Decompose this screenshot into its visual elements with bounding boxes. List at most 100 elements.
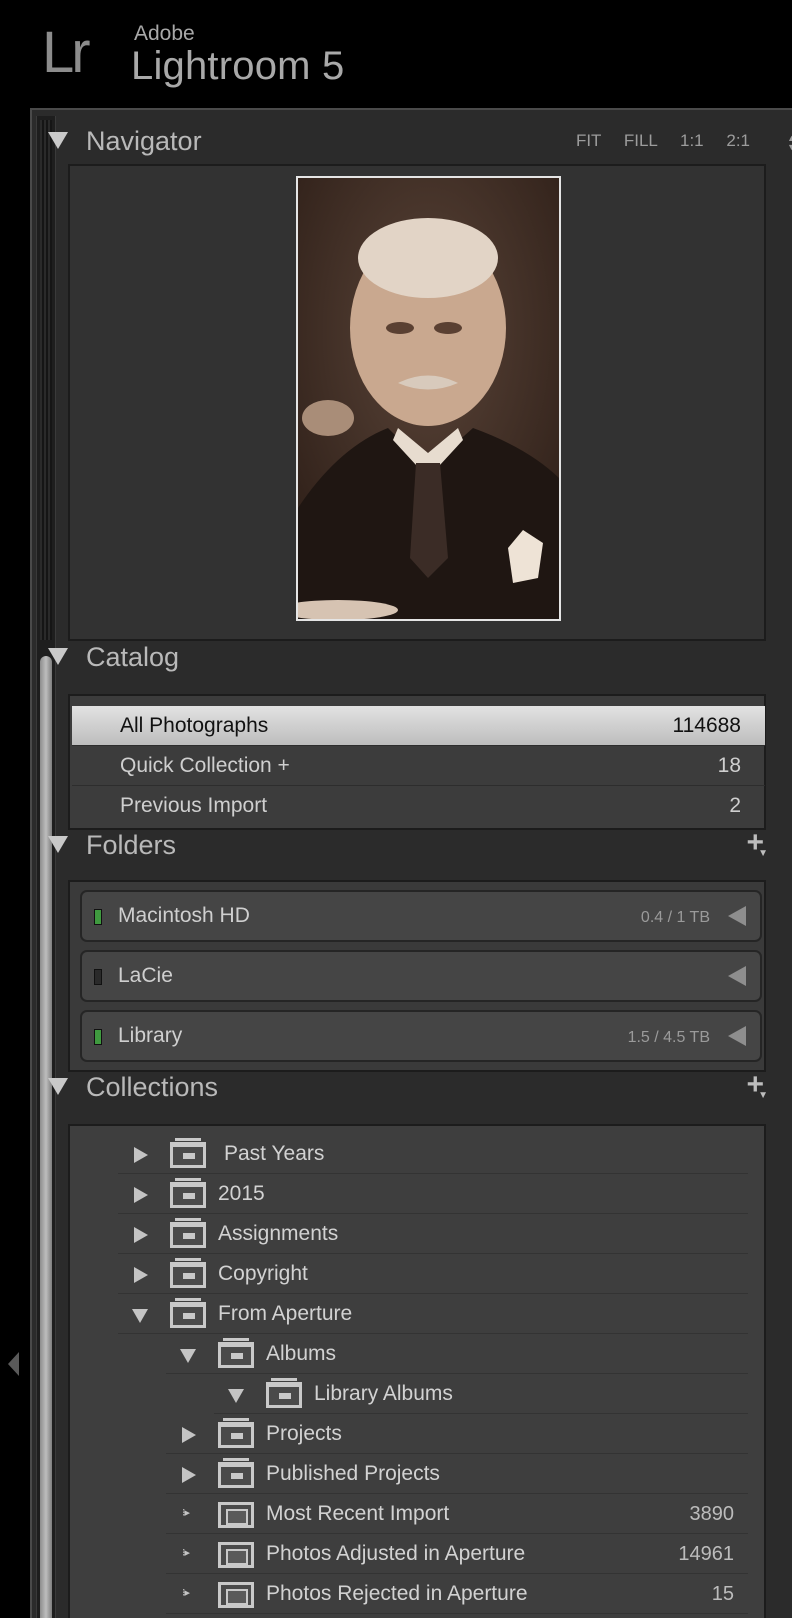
volume-status-indicator bbox=[94, 1029, 102, 1045]
expand-volume-icon[interactable] bbox=[728, 906, 746, 926]
collection-label: Most Recent Import bbox=[266, 1502, 450, 1525]
catalog-item-label: Quick Collection + bbox=[120, 754, 290, 777]
disclosure-open-icon[interactable] bbox=[48, 648, 68, 665]
portrait-photo bbox=[298, 178, 559, 619]
smart-collection-icon bbox=[218, 1582, 254, 1608]
catalog-item-label: Previous Import bbox=[120, 794, 268, 817]
disclosure-open-icon[interactable] bbox=[48, 132, 68, 149]
smart-collection-photos-adjusted[interactable]: ⁝▸ Photos Adjusted in Aperture 14961 bbox=[166, 1534, 748, 1574]
collapse-arrow-icon[interactable] bbox=[228, 1389, 244, 1403]
smart-collection-indicator-icon: ⁝▸ bbox=[182, 1507, 190, 1519]
expand-arrow-icon[interactable] bbox=[134, 1227, 148, 1243]
scroll-thumb[interactable] bbox=[40, 656, 52, 1618]
collection-label: Assignments bbox=[218, 1222, 339, 1245]
scroll-grip bbox=[40, 120, 52, 640]
expand-volume-icon[interactable] bbox=[728, 966, 746, 986]
collection-set-past-years[interactable]: Past Years bbox=[118, 1134, 748, 1174]
collection-set-icon bbox=[170, 1258, 206, 1288]
volume-lacie[interactable]: LaCie bbox=[80, 950, 762, 1002]
catalog-header[interactable]: Catalog bbox=[38, 630, 792, 682]
expand-arrow-icon[interactable] bbox=[182, 1427, 196, 1443]
expand-arrow-icon[interactable] bbox=[134, 1187, 148, 1203]
zoom-options: FIT FILL 1:1 2:1 bbox=[558, 131, 768, 151]
collection-set-icon bbox=[266, 1378, 302, 1408]
collection-count: 3890 bbox=[689, 1503, 735, 1525]
collection-count: 14961 bbox=[678, 1543, 734, 1565]
app-header: Lr Adobe Lightroom 5 bbox=[0, 0, 792, 108]
left-rail bbox=[0, 108, 30, 1618]
collection-set-2015[interactable]: 2015 bbox=[118, 1174, 748, 1214]
smart-collection-icon bbox=[218, 1502, 254, 1528]
collection-set-from-aperture[interactable]: From Aperture bbox=[118, 1294, 748, 1334]
catalog-title: Catalog bbox=[86, 642, 180, 672]
folders-list: Macintosh HD 0.4 / 1 TB LaCie Library 1.… bbox=[68, 880, 766, 1072]
smart-collection-icon bbox=[218, 1542, 254, 1568]
collection-set-icon bbox=[218, 1458, 254, 1488]
collection-set-copyright[interactable]: Copyright bbox=[118, 1254, 748, 1294]
smart-collection-indicator-icon: ⁝▸ bbox=[182, 1547, 190, 1559]
smart-collection-most-recent-import[interactable]: ⁝▸ Most Recent Import 3890 bbox=[166, 1494, 748, 1534]
catalog-item-quick-collection[interactable]: Quick Collection + 18 bbox=[72, 746, 765, 786]
catalog-item-count: 2 bbox=[729, 794, 741, 817]
zoom-fit[interactable]: FIT bbox=[576, 131, 601, 150]
zoom-fill[interactable]: FILL bbox=[624, 131, 657, 150]
collection-label: Albums bbox=[266, 1342, 337, 1365]
expand-arrow-icon[interactable] bbox=[134, 1147, 148, 1163]
volume-library[interactable]: Library 1.5 / 4.5 TB bbox=[80, 1010, 762, 1062]
collection-label: Library Albums bbox=[314, 1382, 453, 1405]
lightroom-logo: Lr bbox=[42, 20, 91, 85]
catalog-list: All Photographs 114688 Quick Collection … bbox=[68, 694, 766, 830]
collection-label: From Aperture bbox=[218, 1302, 353, 1325]
volume-size: 0.4 / 1 TB bbox=[640, 909, 710, 926]
volume-name: LaCie bbox=[118, 964, 173, 987]
volume-macintosh-hd[interactable]: Macintosh HD 0.4 / 1 TB bbox=[80, 890, 762, 942]
navigator-header[interactable]: Navigator FIT FILL 1:1 2:1 ▲ ▼ bbox=[38, 114, 792, 166]
collection-set-library-albums[interactable]: Library Albums bbox=[214, 1374, 748, 1414]
collection-set-icon bbox=[170, 1138, 206, 1168]
collapse-left-icon[interactable] bbox=[8, 1352, 19, 1376]
collection-set-icon bbox=[218, 1338, 254, 1368]
zoom-1-1[interactable]: 1:1 bbox=[680, 131, 704, 150]
volume-name: Library bbox=[118, 1024, 183, 1047]
folders-title: Folders bbox=[86, 830, 177, 860]
disclosure-open-icon[interactable] bbox=[48, 1078, 68, 1095]
collection-set-published-projects[interactable]: Published Projects bbox=[166, 1454, 748, 1494]
collection-set-icon bbox=[170, 1218, 206, 1248]
collections-title: Collections bbox=[86, 1072, 219, 1102]
vendor-name: Adobe bbox=[134, 22, 195, 45]
collapse-arrow-icon[interactable] bbox=[180, 1349, 196, 1363]
caret-down-icon: ▼ bbox=[758, 848, 768, 859]
navigator-title: Navigator bbox=[86, 126, 202, 156]
catalog-item-count: 114688 bbox=[672, 714, 741, 737]
navigator-photo[interactable] bbox=[296, 176, 561, 621]
collection-label: Projects bbox=[266, 1422, 342, 1445]
collection-label: Published Projects bbox=[266, 1462, 440, 1485]
collection-label: Photos Rejected in Aperture bbox=[266, 1582, 528, 1605]
smart-collection-photos-rejected[interactable]: ⁝▸ Photos Rejected in Aperture 15 bbox=[166, 1574, 748, 1614]
collapse-arrow-icon[interactable] bbox=[132, 1309, 148, 1323]
collection-label: 2015 bbox=[218, 1182, 265, 1205]
expand-arrow-icon[interactable] bbox=[134, 1267, 148, 1283]
caret-down-icon: ▼ bbox=[758, 1090, 768, 1101]
collection-set-icon bbox=[170, 1178, 206, 1208]
collections-list: Past Years 2015 Assignments Copyright Fr… bbox=[68, 1124, 766, 1618]
collections-header[interactable]: Collections + ▼ bbox=[38, 1060, 792, 1112]
product-name: Lightroom 5 bbox=[131, 44, 345, 88]
volume-name: Macintosh HD bbox=[118, 904, 250, 927]
collection-set-projects[interactable]: Projects bbox=[166, 1414, 748, 1454]
expand-arrow-icon[interactable] bbox=[182, 1467, 196, 1483]
volume-status-indicator bbox=[94, 909, 102, 925]
collection-label: Past Years bbox=[224, 1142, 325, 1165]
expand-volume-icon[interactable] bbox=[728, 1026, 746, 1046]
catalog-item-all-photographs[interactable]: All Photographs 114688 bbox=[72, 706, 765, 746]
disclosure-open-icon[interactable] bbox=[48, 836, 68, 853]
zoom-2-1[interactable]: 2:1 bbox=[726, 131, 750, 150]
catalog-item-count: 18 bbox=[717, 754, 741, 777]
smart-collection-indicator-icon: ⁝▸ bbox=[182, 1587, 190, 1599]
collection-label: Photos Adjusted in Aperture bbox=[266, 1542, 526, 1565]
zoom-spinner-icon[interactable]: ▲ ▼ bbox=[787, 134, 792, 152]
collection-set-albums[interactable]: Albums bbox=[166, 1334, 748, 1374]
collection-label: Copyright bbox=[218, 1262, 308, 1285]
collection-set-assignments[interactable]: Assignments bbox=[118, 1214, 748, 1254]
folders-header[interactable]: Folders + ▼ bbox=[38, 818, 792, 870]
